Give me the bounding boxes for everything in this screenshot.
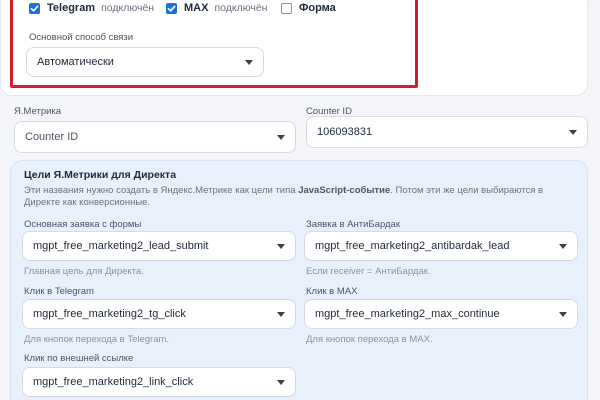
goal-select-antibardak[interactable]: mgpt_free_marketing2_antibardak_lead (304, 231, 578, 261)
goal-hint: Для кнопок перехода в MAX. (306, 334, 433, 345)
goal-label-tg-click: Клик в Telegram (24, 286, 94, 297)
channel-max[interactable]: MAX подключён (166, 1, 267, 15)
channel-telegram[interactable]: Telegram подключён (29, 1, 154, 15)
goal-hint: Главная цель для Директа. (24, 266, 144, 277)
counter-id-select[interactable]: 106093831 (306, 116, 588, 148)
goal-select-tg-click[interactable]: mgpt_free_marketing2_tg_click (22, 299, 296, 329)
chevron-down-icon (277, 243, 285, 249)
chevron-down-icon (245, 59, 253, 65)
metrika-select[interactable]: Counter ID (14, 121, 296, 153)
chevron-down-icon (277, 134, 285, 140)
checkbox-checked-icon[interactable] (166, 2, 177, 14)
goal-label-antibardak: Заявка в АнтиБардак (306, 219, 400, 230)
metrika-label: Я.Метрика (14, 106, 62, 117)
goal-hint: Если receiver = АнтиБардак. (306, 266, 431, 277)
chevron-down-icon (559, 243, 567, 249)
goal-hint: Для кнопок перехода в Telegram. (24, 334, 170, 345)
goal-value: mgpt_free_marketing2_lead_submit (33, 240, 209, 252)
primary-contact-label: Основной способ связи (29, 32, 134, 43)
goal-label-lead-submit: Основная заявка с формы (24, 219, 142, 230)
goals-description: Эти названия нужно создать в Яндекс.Метр… (24, 185, 580, 209)
channel-name: Telegram (47, 2, 96, 14)
checkbox-unchecked-icon[interactable] (281, 2, 292, 14)
chevron-down-icon (569, 129, 577, 135)
channels-highlight-box: Telegram подключён MAX подключён Форма О… (10, 0, 418, 88)
channel-status: подключён (101, 2, 155, 14)
goals-title: Цели Я.Метрики для Директа (24, 169, 177, 181)
goal-label-link-click: Клик по внешней ссылке (24, 353, 134, 364)
primary-contact-select[interactable]: Автоматически (26, 47, 264, 77)
metrika-value: Counter ID (25, 131, 79, 143)
primary-contact-value: Автоматически (37, 56, 114, 68)
goal-select-max-continue[interactable]: mgpt_free_marketing2_max_continue (304, 299, 578, 329)
channel-form[interactable]: Форма (281, 1, 342, 15)
channel-name: Форма (299, 2, 336, 14)
goal-value: mgpt_free_marketing2_max_continue (315, 308, 500, 320)
chevron-down-icon (277, 311, 285, 317)
goal-select-link-click[interactable]: mgpt_free_marketing2_link_click (22, 367, 296, 397)
goals-desc-text: Эти названия нужно создать в Яндекс.Метр… (24, 185, 299, 196)
goal-value: mgpt_free_marketing2_tg_click (33, 308, 186, 320)
goal-select-lead-submit[interactable]: mgpt_free_marketing2_lead_submit (22, 231, 296, 261)
goal-label-max-continue: Клик в MAX (306, 286, 358, 297)
goals-desc-event-type: JavaScript-событие (298, 185, 391, 196)
goal-value: mgpt_free_marketing2_link_click (33, 376, 194, 388)
channel-name: MAX (184, 2, 209, 14)
checkbox-checked-icon[interactable] (29, 2, 40, 14)
chevron-down-icon (559, 311, 567, 317)
counter-id-value: 106093831 (317, 126, 373, 138)
goal-value: mgpt_free_marketing2_antibardak_lead (315, 240, 510, 252)
channel-status: подключён (214, 2, 268, 14)
chevron-down-icon (277, 379, 285, 385)
